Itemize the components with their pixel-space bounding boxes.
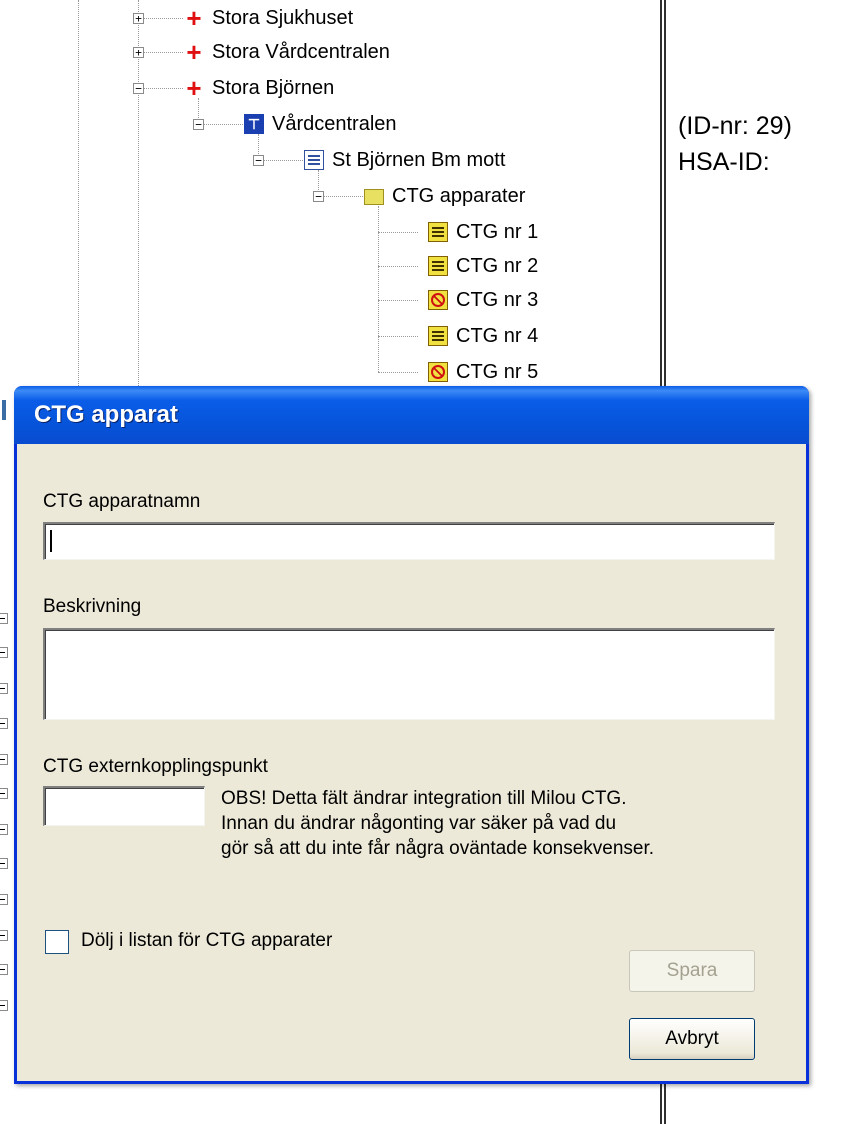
tree-connector [378,300,418,301]
collapse-toggle[interactable] [0,788,8,799]
dialog-title: CTG apparat [34,401,179,428]
tree-item-stora-sjukhuset[interactable]: + Stora Sjukhuset [184,1,353,35]
collapse-toggle[interactable] [0,824,8,835]
tree-connector [378,372,418,373]
tree-guide-line [78,0,79,390]
dialog-titlebar[interactable]: CTG apparat [14,386,809,444]
tree-connector [143,18,183,19]
tree-item-label: CTG nr 1 [456,220,539,243]
tree-connector [378,266,418,267]
collapse-toggle[interactable] [0,964,8,975]
tree-item-st-bjornen-bm-mott[interactable]: St Björnen Bm mott [304,143,505,177]
ctg-apparat-dialog: CTG apparat CTG apparatnamn Beskrivning … [14,386,809,1084]
ctg-disabled-icon [428,362,448,382]
org-tree: + + − − − − + Stora Sjukhuset + Stora Vå… [0,0,660,390]
collapse-toggle[interactable]: − [313,191,324,202]
ctg-active-icon [428,222,448,242]
folder-icon [364,189,384,205]
collapse-toggle[interactable] [0,718,8,729]
tree-connector [203,124,243,125]
tree-connector [263,160,303,161]
warning-line: gör så att du inte får några oväntade ko… [221,838,655,859]
tree-item-label: CTG nr 5 [456,360,539,383]
ctg-active-icon [428,326,448,346]
red-cross-icon: + [186,3,202,33]
document-icon [304,150,324,170]
collapse-toggle[interactable] [0,858,8,869]
description-label: Beskrivning [43,596,142,617]
unit-icon: ⊤ [244,114,264,134]
tree-item-stora-bjornen[interactable]: + Stora Björnen [184,71,334,105]
tree-connector [378,232,418,233]
red-cross-icon: + [186,73,202,103]
collapse-toggle[interactable]: − [193,119,204,130]
tree-item-ctg-nr-4[interactable]: CTG nr 4 [428,319,538,353]
tree-item-label: Stora Sjukhuset [212,6,354,29]
text-caret [50,530,52,552]
hsa-id-text: HSA-ID: [678,148,770,176]
tree-item-label: CTG nr 4 [456,324,539,347]
tree-item-ctg-nr-3[interactable]: CTG nr 3 [428,283,538,317]
collapse-toggle[interactable] [0,894,8,905]
warning-line: OBS! Detta fält ändrar integration till … [221,788,627,809]
warning-line: Innan du ändrar någonting var säker på v… [221,813,617,834]
details-panel: (ID-nr: 29) HSA-ID: [678,108,792,180]
tree-item-label: St Björnen Bm mott [332,148,506,171]
collapse-toggle[interactable]: − [253,155,264,166]
tree-item-label: CTG apparater [392,184,526,207]
hide-in-list-checkbox[interactable] [45,930,69,954]
tree-connector [323,196,363,197]
name-input[interactable] [43,522,775,560]
external-point-label: CTG externkopplingspunkt [43,756,268,777]
external-point-input[interactable] [43,786,205,826]
collapse-toggle[interactable] [0,613,8,624]
tree-item-ctg-nr-5[interactable]: CTG nr 5 [428,355,538,389]
tree-item-label: Vårdcentralen [272,112,397,135]
tree-connector [143,52,183,53]
tree-item-label: Stora Vårdcentralen [212,40,390,63]
collapse-toggle[interactable] [0,930,8,941]
selection-marker [2,400,6,420]
tree-item-ctg-nr-2[interactable]: CTG nr 2 [428,249,538,283]
tree-connector [378,336,418,337]
collapse-toggle[interactable] [0,754,8,765]
save-button[interactable]: Spara [629,950,755,992]
collapse-toggle[interactable] [0,647,8,658]
hide-in-list-label[interactable]: Dölj i listan för CTG apparater [81,930,332,952]
tree-item-label: Stora Björnen [212,76,335,99]
expand-toggle[interactable]: + [133,47,144,58]
description-textarea[interactable] [43,628,775,720]
tree-item-label: CTG nr 3 [456,288,539,311]
expand-toggle[interactable]: + [133,13,144,24]
tree-item-ctg-apparater[interactable]: CTG apparater [364,179,525,213]
name-label: CTG apparatnamn [43,491,201,512]
cancel-button[interactable]: Avbryt [629,1018,755,1060]
tree-connector [143,88,183,89]
tree-guide-line [378,206,379,372]
tree-item-ctg-nr-1[interactable]: CTG nr 1 [428,215,538,249]
collapse-toggle[interactable] [0,683,8,694]
tree-item-label: CTG nr 2 [456,254,539,277]
integration-warning: OBS! Detta fält ändrar integration till … [221,786,654,861]
id-number-text: (ID-nr: 29) [678,112,792,140]
red-cross-icon: + [186,37,202,67]
ctg-active-icon [428,256,448,276]
collapse-toggle[interactable]: − [133,83,144,94]
collapse-toggle[interactable] [0,1000,8,1011]
tree-item-stora-vardcentralen[interactable]: + Stora Vårdcentralen [184,35,390,69]
tree-item-vardcentralen[interactable]: ⊤ Vårdcentralen [244,107,397,141]
ctg-disabled-icon [428,290,448,310]
